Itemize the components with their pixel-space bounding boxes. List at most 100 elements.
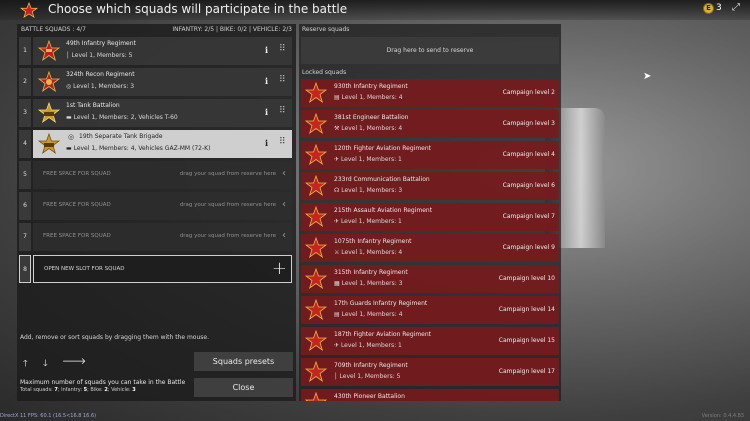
- chevron-left-icon: ‹: [282, 230, 286, 241]
- squad-info: ▬ Level 1, Members: 2, Vehicles T-60: [66, 114, 178, 121]
- squad-info: ✈ Level 1, Members: 1: [334, 156, 402, 163]
- squad-slot-3[interactable]: 3 1st Tank Battalion ▬ Level 1, Members:…: [17, 99, 296, 127]
- communication-badge-icon: [305, 175, 327, 197]
- info-icon[interactable]: i: [265, 138, 268, 148]
- empty-slot-body[interactable]: FREE SPACE FOR SQUAD drag your squad fro…: [33, 192, 292, 220]
- currency-count: 3: [716, 3, 722, 13]
- squad-slot-2[interactable]: 2 324th Recon Regiment ◎ Level 1, Member…: [17, 68, 296, 96]
- version-label: Version: 0.4.4.83: [701, 413, 744, 419]
- squad-name: 1075th Infantry Regiment: [334, 238, 412, 245]
- battle-squads-header: BATTLE SQUADS : 4/7 INFANTRY: 2/5 | BIKE…: [17, 24, 296, 35]
- locked-squad[interactable]: 215th Assault Aviation Regiment ✈ Level …: [301, 203, 559, 231]
- page-title: Choose which squads will participate in …: [48, 2, 348, 16]
- squad-name: 120th Fighter Aviation Regiment: [334, 145, 432, 152]
- expand-icon[interactable]: ⤢: [732, 2, 740, 13]
- plus-icon[interactable]: +: [272, 258, 287, 279]
- tank-badge-icon: [38, 102, 60, 124]
- drag-handle-icon[interactable]: ⠿: [279, 75, 286, 85]
- empty-slot-body[interactable]: FREE SPACE FOR SQUAD drag your squad fro…: [33, 161, 292, 189]
- drag-handle-icon[interactable]: ⠿: [279, 106, 286, 116]
- campaign-level: Campaign level 9: [502, 244, 555, 251]
- empty-slot-6[interactable]: 6 FREE SPACE FOR SQUAD drag your squad f…: [17, 192, 296, 220]
- campaign-level: Campaign level 4: [502, 151, 555, 158]
- tank-brigade-badge-icon: [38, 133, 60, 155]
- locked-squad[interactable]: 381st Engineer Battalion ⚒ Level 1, Memb…: [301, 110, 559, 138]
- squad-name: 381st Engineer Battalion: [334, 114, 409, 121]
- squad-slot-1[interactable]: 1 49th Infantry Regiment │ Level 1, Memb…: [17, 37, 296, 65]
- squad-name: 17th Guards Infantry Regiment: [334, 300, 428, 307]
- open-slot-button[interactable]: OPEN NEW SLOT FOR SQUAD +: [33, 255, 292, 283]
- campaign-level: Campaign level 15: [498, 337, 555, 344]
- squad-info: ✈ Level 1, Members: 1: [334, 218, 402, 225]
- open-slot-label: OPEN NEW SLOT FOR SQUAD: [44, 266, 125, 272]
- drag-hint: Add, remove or sort squads by dragging t…: [20, 334, 209, 341]
- arrow-down-icon[interactable]: 🡓: [43, 356, 48, 372]
- mouse-cursor-icon: ➤: [643, 71, 652, 82]
- empty-slot-body[interactable]: FREE SPACE FOR SQUAD drag your squad fro…: [33, 223, 292, 251]
- locked-squad[interactable]: 120th Fighter Aviation Regiment ✈ Level …: [301, 141, 559, 169]
- empty-slot-hint: drag your squad from reserve here: [179, 233, 276, 239]
- slot-number: 4: [19, 130, 31, 158]
- squad-info: ⚔ Level 1, Members: 4: [334, 249, 403, 256]
- assault-aviation-badge-icon: [305, 206, 327, 228]
- pioneer-badge-icon: [305, 392, 327, 401]
- infantry-badge-icon: [305, 361, 327, 383]
- squads-presets-button[interactable]: Squads presets: [194, 352, 293, 371]
- max-squads-text: Maximum number of squads you can take in…: [20, 379, 186, 386]
- chevron-left-icon: ‹: [282, 168, 286, 179]
- red-star-logo-icon: [20, 2, 38, 18]
- squad-name: 324th Recon Regiment: [66, 71, 135, 78]
- squad-name: 187th Fighter Aviation Regiment: [334, 331, 432, 338]
- aviation-badge-icon: [305, 330, 327, 352]
- info-icon[interactable]: i: [265, 45, 268, 55]
- campaign-level: Campaign level 10: [498, 275, 555, 282]
- locked-squad[interactable]: 315th Infantry Regiment ▦ Level 1, Membe…: [301, 265, 559, 293]
- info-icon[interactable]: i: [265, 76, 268, 86]
- empty-slot-hint: drag your squad from reserve here: [179, 171, 276, 177]
- squad-name: 19th Separate Tank Brigade: [79, 133, 163, 140]
- locked-squad[interactable]: 233rd Communication Battalion ☊ Level 1,…: [301, 172, 559, 200]
- locked-squad[interactable]: 930th Infantry Regiment ▤ Level 1, Membe…: [301, 79, 559, 107]
- info-icon[interactable]: i: [265, 107, 268, 117]
- squad-card[interactable]: ◎ 19th Separate Tank Brigade ▬ Level 1, …: [33, 130, 292, 158]
- open-new-slot[interactable]: 8 OPEN NEW SLOT FOR SQUAD +: [17, 255, 296, 283]
- squad-info: │ Level 1, Members: 5: [66, 52, 133, 59]
- battle-squads-panel: BATTLE SQUADS : 4/7 INFANTRY: 2/5 | BIKE…: [17, 24, 296, 401]
- locked-squad[interactable]: 430th Pioneer Battalion: [301, 389, 559, 401]
- campaign-level: Campaign level 3: [502, 120, 555, 127]
- squad-slot-4[interactable]: 4 ◎ 19th Separate Tank Brigade ▬ Level 1…: [17, 130, 296, 158]
- empty-slot-label: FREE SPACE FOR SQUAD: [43, 233, 111, 239]
- squad-card[interactable]: 49th Infantry Regiment │ Level 1, Member…: [33, 37, 292, 65]
- reserve-header: Reserve squads: [302, 26, 350, 33]
- recon-icon: ◎: [68, 133, 75, 141]
- squad-info: ☊ Level 1, Members: 3: [334, 187, 403, 194]
- locked-squad[interactable]: 187th Fighter Aviation Regiment ✈ Level …: [301, 327, 559, 355]
- close-button[interactable]: Close: [194, 378, 293, 397]
- squad-name: 930th Infantry Regiment: [334, 83, 408, 90]
- empty-slot-5[interactable]: 5 FREE SPACE FOR SQUAD drag your squad f…: [17, 161, 296, 189]
- locked-squad[interactable]: 1075th Infantry Regiment ⚔ Level 1, Memb…: [301, 234, 559, 262]
- top-bar: Choose which squads will participate in …: [0, 0, 750, 20]
- squad-info: ◎ Level 1, Members: 3: [66, 83, 135, 90]
- campaign-level: Campaign level 7: [502, 213, 555, 220]
- slot-number: 8: [19, 255, 31, 283]
- squad-name: 315th Infantry Regiment: [334, 269, 408, 276]
- locked-squad[interactable]: 17th Guards Infantry Regiment ▤ Level 1,…: [301, 296, 559, 324]
- arrow-right-icon[interactable]: 🡒: [62, 356, 86, 367]
- infantry-badge-icon: [305, 82, 327, 104]
- reserve-drop-zone[interactable]: Drag here to send to reserve: [301, 37, 559, 64]
- empty-slot-7[interactable]: 7 FREE SPACE FOR SQUAD drag your squad f…: [17, 223, 296, 251]
- squad-type-limits: INFANTRY: 2/5 | BIKE: 0/2 | VEHICLE: 2/3: [172, 26, 292, 33]
- squad-card[interactable]: 324th Recon Regiment ◎ Level 1, Members:…: [33, 68, 292, 96]
- squad-card[interactable]: 1st Tank Battalion ▬ Level 1, Members: 2…: [33, 99, 292, 127]
- arrow-up-icon[interactable]: 🡑: [23, 356, 28, 372]
- drag-handle-icon[interactable]: ⠿: [279, 137, 286, 147]
- slot-number: 3: [19, 99, 31, 127]
- drag-handle-icon[interactable]: ⠿: [279, 44, 286, 54]
- campaign-level: Campaign level 14: [498, 306, 555, 313]
- locked-squad[interactable]: 709th Infantry Regiment │ Level 1, Membe…: [301, 358, 559, 386]
- recon-badge-icon: [38, 71, 60, 93]
- squad-name: 430th Pioneer Battalion: [334, 393, 405, 400]
- fps-status: DirectX 11 FPS: 60.1 (16.5<16.8 16.6): [0, 413, 97, 419]
- infantry-badge-icon: [38, 40, 60, 62]
